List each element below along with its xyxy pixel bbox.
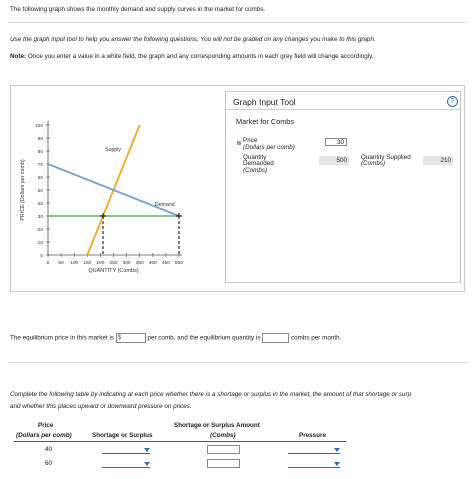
- table-instructions-2: and whether this places upward or downwa…: [10, 403, 192, 410]
- price-unit: (Dollars per comb): [243, 144, 295, 151]
- q1-middle: per comb, and the equilibrium quantity i…: [147, 334, 261, 342]
- x-tick-label: 250: [109, 260, 117, 266]
- supply-label: Supply: [105, 147, 121, 153]
- y-tick-label: 80: [38, 149, 44, 155]
- row-1-price: 40: [45, 446, 53, 453]
- q1-before: The equilibrium price in this market is: [10, 334, 114, 342]
- tool-divider: [226, 109, 460, 110]
- equilibrium-price-input[interactable]: $: [115, 333, 146, 343]
- row-2-amount-input[interactable]: [207, 459, 240, 468]
- x-tick-label: 0: [47, 260, 50, 266]
- y-tick-label: 10: [38, 240, 44, 246]
- divider: [8, 362, 468, 363]
- qd-unit: (Combs): [243, 167, 268, 174]
- demand-curve: [47, 163, 180, 217]
- graph-input-tool: Graph Input Tool ? Market for Combs Pric…: [225, 91, 461, 283]
- supply-demand-chart[interactable]: 0 10 20 30 40 50 60 70 80 90 100 0 50 100 150 200 250 300…: [11, 86, 223, 291]
- chevron-down-icon: [334, 462, 340, 466]
- x-axis-label: QUANTITY (Combs): [88, 268, 138, 274]
- table-header-rule: [14, 441, 346, 442]
- y-tick-label: 30: [38, 214, 44, 220]
- quantity-supplied-value: 210: [423, 156, 453, 165]
- y-tick-label: 50: [38, 188, 44, 194]
- chevron-down-icon: [144, 448, 150, 452]
- row-1-pressure-select[interactable]: [288, 446, 340, 454]
- chevron-down-icon: [334, 448, 340, 452]
- x-tick-label: 200: [96, 260, 104, 266]
- col-amount-head: Shortage or Surplus Amount: [174, 422, 260, 429]
- y-tick-label: 40: [38, 201, 44, 207]
- tool-title: Graph Input Tool: [233, 97, 296, 107]
- market-title: Market for Combs: [236, 117, 294, 126]
- dollar-sign: $: [117, 335, 122, 341]
- x-tick-label: 500: [175, 260, 183, 266]
- note: Note: Once you enter a value in a white …: [10, 53, 374, 61]
- col-price-head: Price: [38, 422, 54, 429]
- x-tick-label: 400: [149, 260, 157, 266]
- price-legend-swatch: [237, 141, 241, 145]
- row-1-shortage-surplus-select[interactable]: [102, 446, 150, 454]
- equilibrium-question: The equilibrium price in this market is …: [10, 333, 341, 343]
- row-2-pressure-select[interactable]: [288, 460, 340, 468]
- row-1-amount-input[interactable]: [207, 445, 240, 454]
- note-text: Once you enter a value in a white field,…: [27, 53, 374, 60]
- chevron-down-icon: [144, 462, 150, 466]
- y-tick-label: 0: [40, 253, 43, 259]
- graph-panel: 0 10 20 30 40 50 60 70 80 90 100 0 50 100 150 200 250 300…: [10, 85, 465, 292]
- demand-label: Demand: [155, 202, 175, 208]
- table-instructions-1: Complete the following table by indicati…: [10, 391, 412, 398]
- x-tick-label: 300: [123, 260, 131, 266]
- equilibrium-quantity-input[interactable]: [262, 333, 290, 343]
- y-axis-label: PRICE (Dollars per comb): [20, 159, 26, 220]
- x-tick-label: 150: [83, 260, 91, 266]
- quantity-demanded-value: 500: [319, 156, 349, 165]
- row-2-shortage-surplus-select[interactable]: [102, 460, 150, 468]
- q1-after: combs per month.: [291, 334, 342, 342]
- instructions-text: Use the graph input tool to help you ans…: [10, 36, 376, 43]
- intro-text: The following graph shows the monthly de…: [10, 6, 266, 13]
- note-label: Note:: [10, 53, 27, 60]
- x-tick-label: 50: [58, 260, 64, 266]
- col-shortage-surplus-head: Shortage or Surplus: [92, 432, 153, 439]
- col-amount-unit: (Combs): [210, 432, 236, 439]
- row-2-price: 60: [45, 460, 53, 467]
- x-tick-label: 450: [162, 260, 170, 266]
- y-tick-label: 20: [38, 227, 44, 233]
- qs-unit: (Combs): [361, 160, 386, 167]
- y-tick-label: 60: [38, 175, 44, 181]
- question-circle-icon[interactable]: ?: [447, 96, 458, 107]
- x-tick-label: 350: [136, 260, 144, 266]
- x-tick-label: 100: [70, 260, 78, 266]
- col-pressure-head: Pressure: [299, 432, 326, 439]
- col-price-unit: (Dollars per comb): [16, 432, 72, 439]
- price-input[interactable]: 30: [325, 138, 347, 146]
- y-tick-label: 100: [35, 123, 43, 129]
- divider: [8, 22, 468, 23]
- y-tick-label: 90: [38, 136, 44, 142]
- y-tick-label: 70: [38, 162, 44, 168]
